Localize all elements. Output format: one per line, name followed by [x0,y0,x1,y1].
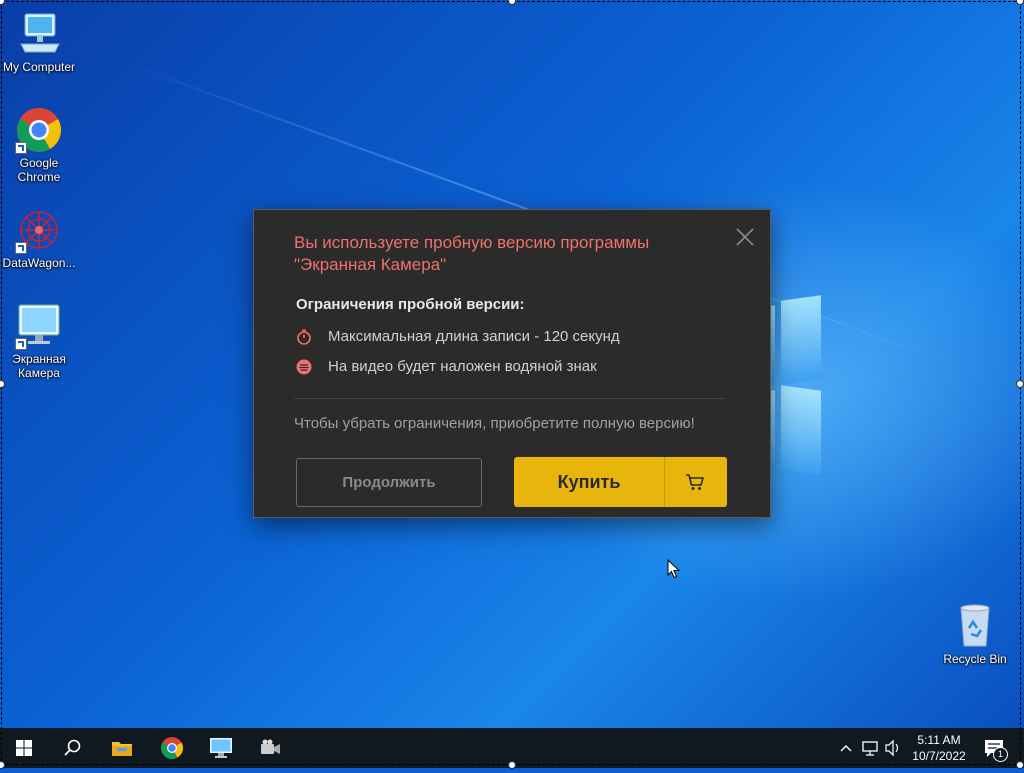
desktop-icon-screen-camera[interactable]: Экранная Камера [0,302,78,380]
network-icon[interactable] [860,728,882,768]
dialog-divider [294,398,726,399]
mouse-cursor-icon [667,558,681,579]
recycle-bin-icon [951,602,999,650]
buy-button-separator [664,457,665,507]
monitor-icon [15,302,63,350]
clock-date: 10/7/2022 [912,749,966,763]
desktop-icon-my-computer[interactable]: My Computer [0,10,78,74]
taskbar-file-explorer[interactable] [98,728,146,768]
chrome-icon [15,106,63,154]
desktop-icon-datawagon[interactable]: DataWagon... [0,206,78,270]
shortcut-arrow-icon [15,242,27,254]
desktop-icon-recycle-bin[interactable]: Recycle Bin [936,602,1014,666]
taskbar-screen-camera[interactable] [197,728,245,768]
clock-time: 5:11 AM [917,733,961,747]
continue-button[interactable]: Продолжить [296,458,482,507]
upgrade-hint: Чтобы убрать ограничения, приобретите по… [294,415,695,432]
windows-icon [16,740,32,756]
show-hidden-icons[interactable] [838,728,854,768]
desktop-icon-google-chrome[interactable]: Google Chrome [0,106,78,184]
selection-handle-right[interactable] [1016,380,1024,388]
notification-count-badge: 1 [993,747,1008,762]
taskbar-clock[interactable]: 5:11 AM 10/7/2022 [900,732,978,764]
search-button[interactable] [48,728,96,768]
search-icon [64,739,81,756]
trial-dialog: Вы используете пробную версию программы … [253,209,771,518]
buy-button[interactable]: Купить [514,457,727,507]
shortcut-arrow-icon [15,142,27,154]
action-center-button[interactable]: 1 [982,728,1008,768]
taskbar-video-camera[interactable] [246,728,294,768]
chrome-icon [161,737,183,759]
taskbar-chrome[interactable] [148,728,196,768]
chevron-up-icon [840,745,852,752]
stopwatch-icon [296,329,312,345]
start-button[interactable] [0,728,48,768]
monitor-icon [210,738,232,758]
buy-button-label: Купить [557,472,621,492]
watermark-icon [296,359,312,375]
video-camera-icon [261,739,280,754]
dialog-title: Вы используете пробную версию программы … [294,233,650,274]
cart-icon[interactable] [685,472,705,492]
datawagon-icon [15,206,63,254]
computer-icon [15,10,63,58]
folder-icon [112,742,132,756]
desktop: My Computer Google Chrome DataWagon... Э… [0,0,1024,728]
shortcut-arrow-icon [15,338,27,350]
close-icon[interactable] [735,227,755,247]
limits-heading: Ограничения пробной версии: [296,296,525,313]
